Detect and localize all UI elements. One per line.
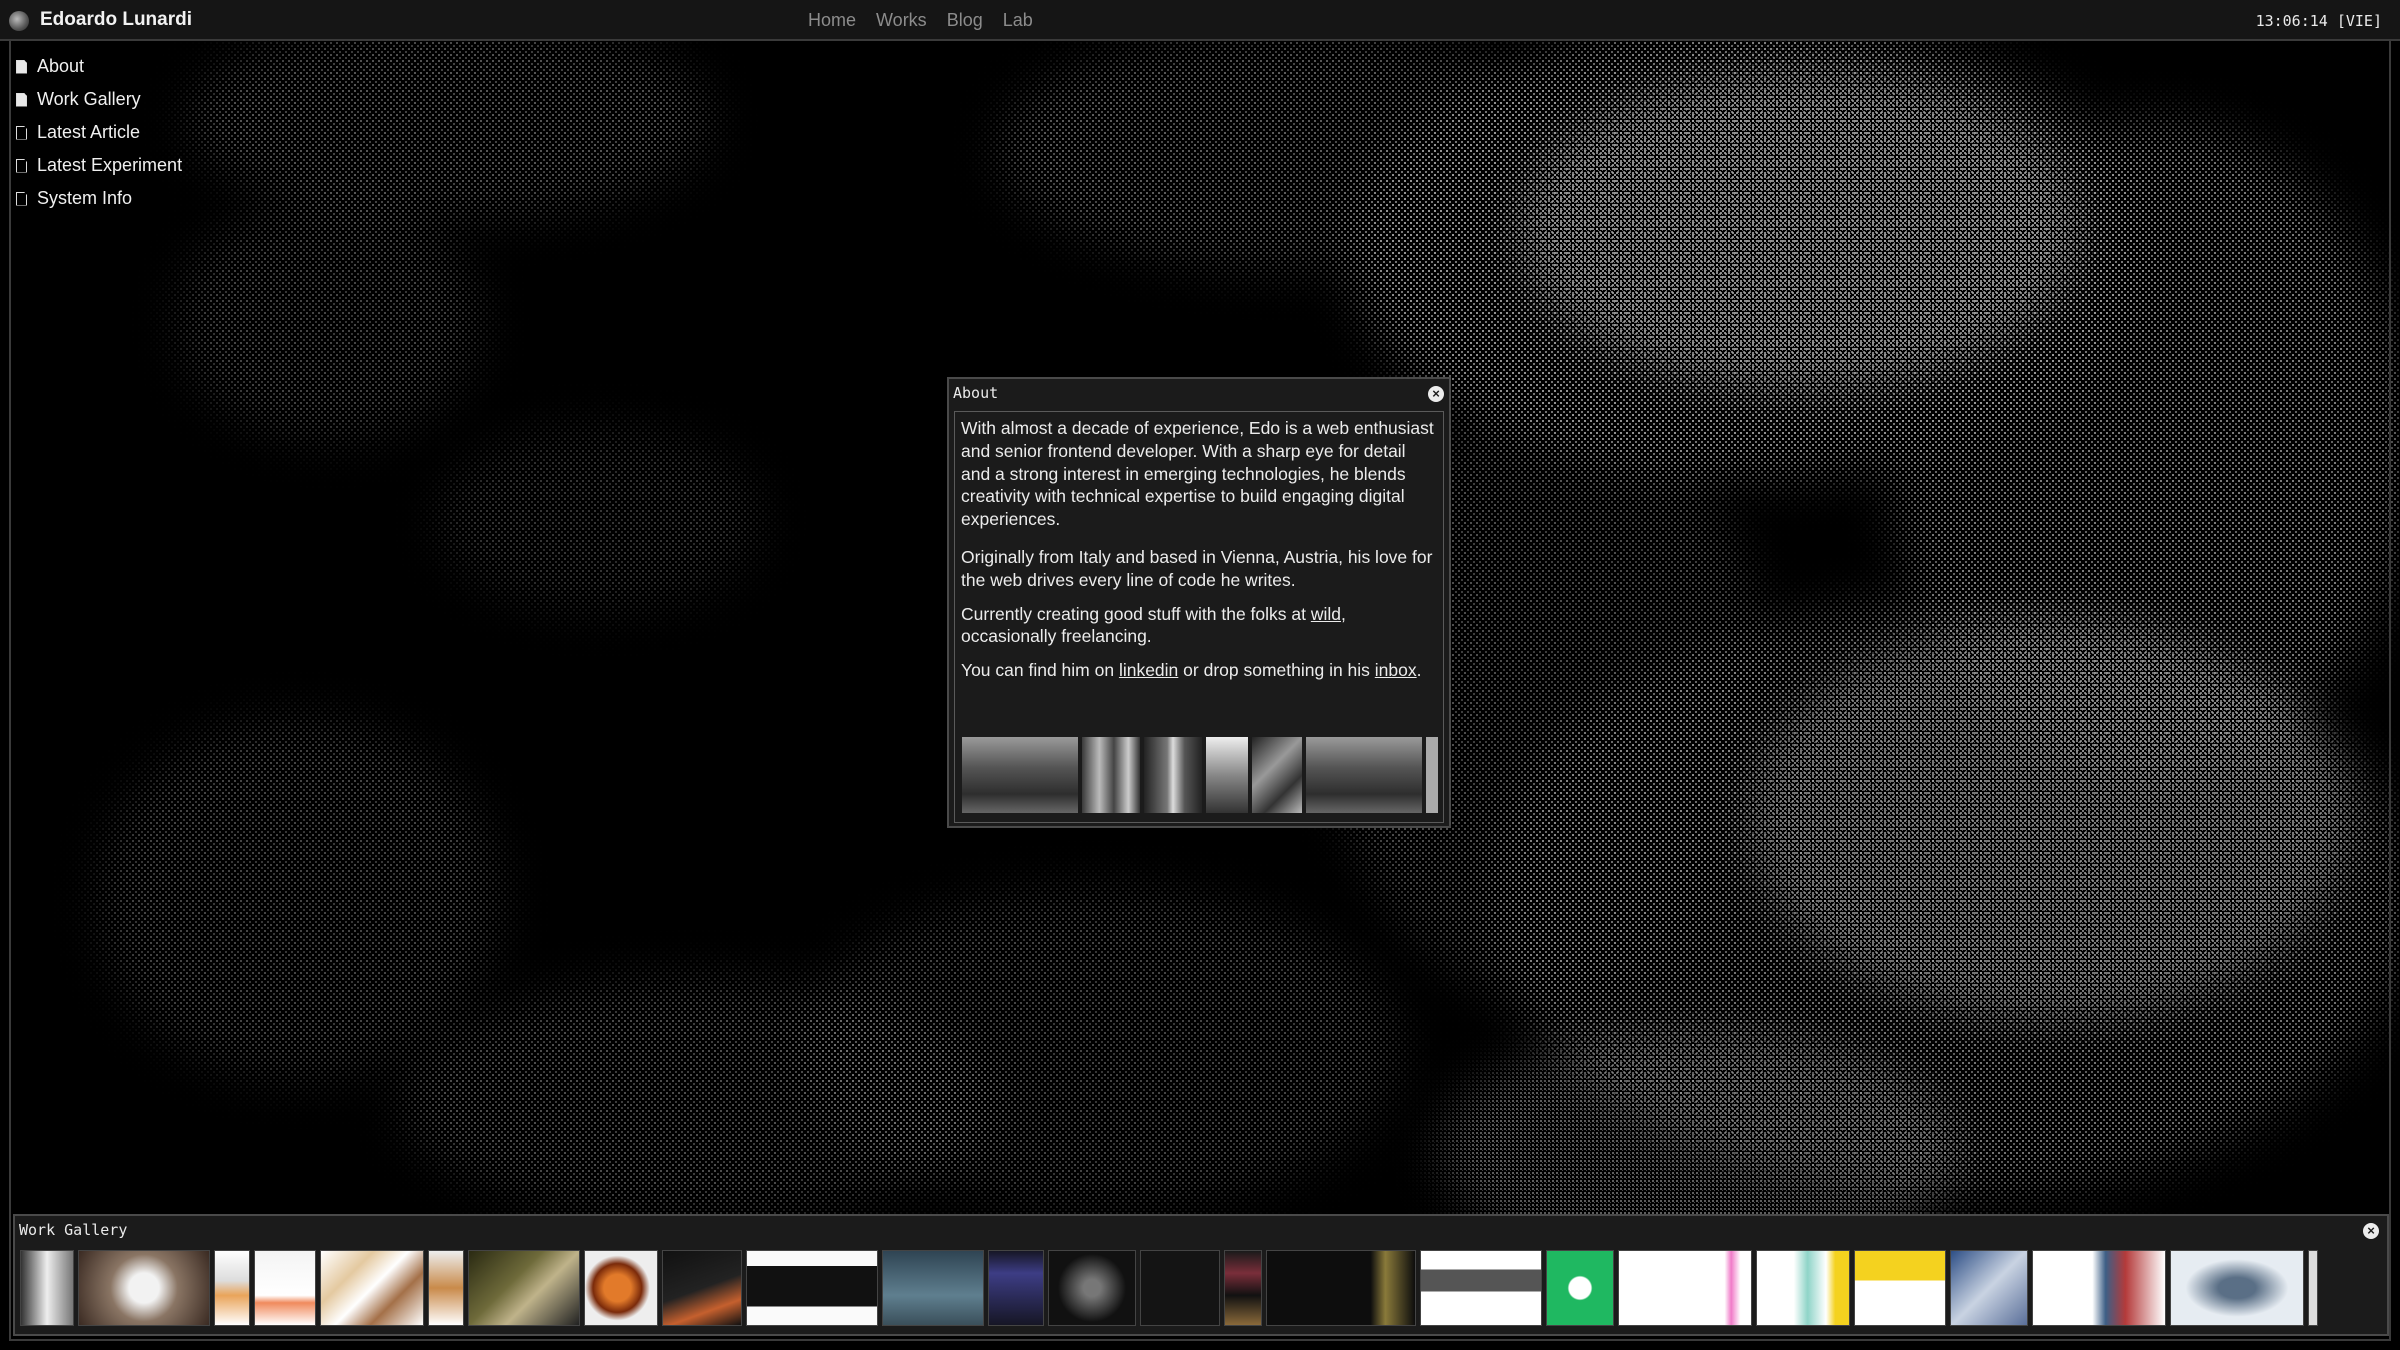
desktop-item-label: About [37,56,85,76]
nav-blog[interactable]: Blog [947,10,983,31]
desktop-icons: About Work Gallery Latest Article Latest… [16,50,182,215]
nav-lab[interactable]: Lab [1003,10,1033,31]
gallery-strip[interactable] [20,1250,2378,1330]
gallery-thumb[interactable] [2032,1250,2166,1326]
gallery-thumb[interactable] [988,1250,1044,1326]
team-photo [1144,737,1202,813]
about-paragraph: Originally from Italy and based in Vienn… [961,546,1433,590]
about-paragraph: You can find him on linkedin or drop som… [961,659,1439,682]
desktop-item-latest-article[interactable]: Latest Article [16,116,182,149]
nav-works[interactable]: Works [876,10,927,31]
desktop-item-latest-experiment[interactable]: Latest Experiment [16,149,182,182]
document-icon [16,59,27,74]
desktop-item-label: Latest Article [37,122,141,142]
text-span: You can find him on [961,660,1119,681]
gallery-thumb[interactable] [1546,1250,1614,1326]
text-span: Currently creating good stuff with the f… [961,603,1311,624]
desktop-item-label: System Info [37,188,133,208]
desktop-item-label: Latest Experiment [37,155,183,175]
window-title[interactable]: Work Gallery [19,1221,127,1239]
about-window[interactable]: About × With almost a decade of experien… [947,377,1451,828]
team-photo [1426,737,1438,813]
team-photo [1082,737,1140,813]
site-name[interactable]: Edoardo Lunardi [40,9,192,31]
about-paragraph: Currently creating good stuff with the f… [961,603,1439,649]
desktop-item-system-info[interactable]: System Info [16,182,182,215]
clock: 13:06:14 [VIE] [2255,12,2382,30]
linkedin-link[interactable]: linkedin [1119,660,1178,680]
document-icon [16,92,27,107]
gallery-thumb[interactable] [1266,1250,1416,1326]
gallery-thumb[interactable] [1224,1250,1262,1326]
gallery-thumb[interactable] [428,1250,464,1326]
document-icon [16,125,27,140]
gallery-thumb[interactable] [662,1250,742,1326]
gallery-thumb[interactable] [1140,1250,1220,1326]
gallery-thumb[interactable] [2170,1250,2304,1326]
gallery-thumb[interactable] [20,1250,74,1326]
close-icon[interactable]: × [1428,386,1444,402]
team-photo [1252,737,1302,813]
gallery-thumb[interactable] [882,1250,984,1326]
gallery-thumb[interactable] [1950,1250,2028,1326]
document-icon [16,191,27,206]
gallery-thumb[interactable] [254,1250,316,1326]
document-icon [16,158,27,173]
gallery-thumb[interactable] [1048,1250,1136,1326]
desktop-item-work-gallery[interactable]: Work Gallery [16,83,182,116]
photo-strip[interactable] [962,737,1438,813]
gallery-thumb[interactable] [1854,1250,1946,1326]
text-span: . [1416,660,1422,681]
gallery-thumb[interactable] [214,1250,250,1326]
nav-home[interactable]: Home [808,10,856,31]
close-icon[interactable]: × [2363,1223,2379,1239]
team-photo [962,737,1078,813]
desktop-item-about[interactable]: About [16,50,182,83]
logo-icon[interactable] [9,11,29,31]
team-photo [1306,737,1422,813]
about-content: With almost a decade of experience, Edo … [954,411,1444,823]
main-nav: Home Works Blog Lab [808,10,1033,31]
gallery-thumb[interactable] [1420,1250,1542,1326]
gallery-thumb[interactable] [584,1250,658,1326]
gallery-thumb[interactable] [1618,1250,1752,1326]
about-paragraph: With almost a decade of experience, Edo … [961,418,1434,530]
work-gallery-window[interactable]: Work Gallery × [13,1214,2389,1336]
gallery-thumb[interactable] [78,1250,210,1326]
gallery-thumb[interactable] [2308,1250,2318,1326]
gallery-thumb[interactable] [746,1250,878,1326]
desktop-item-label: Work Gallery [37,89,141,109]
window-title[interactable]: About [953,384,998,402]
text-span: or drop something in his [1178,660,1375,681]
wild-link[interactable]: wild [1311,604,1341,624]
gallery-thumb[interactable] [320,1250,424,1326]
top-bar: Edoardo Lunardi Home Works Blog Lab 13:0… [0,0,2400,41]
team-photo [1206,737,1248,813]
gallery-thumb[interactable] [1756,1250,1850,1326]
inbox-link[interactable]: inbox [1375,660,1417,680]
gallery-thumb[interactable] [468,1250,580,1326]
